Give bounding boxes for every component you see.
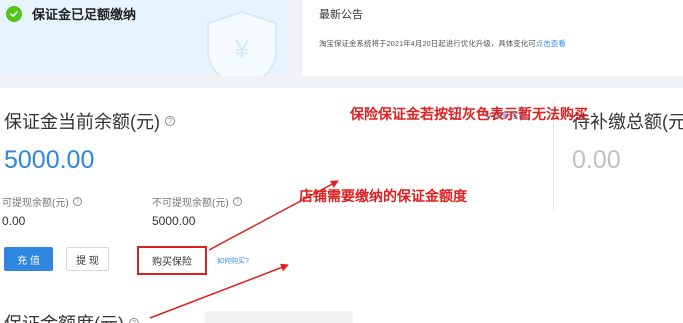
quota-title-text: 保证金额度(元)	[4, 310, 124, 323]
withdraw-button[interactable]: 提 现	[66, 247, 109, 271]
buy-insurance-button[interactable]: 购买保险	[137, 246, 207, 275]
help-icon[interactable]: ?	[129, 318, 139, 323]
quota-placeholder	[205, 311, 353, 323]
how-to-buy-link[interactable]: 如何购买?	[217, 256, 249, 266]
status-text: 保证金已足额缴纳	[32, 7, 137, 22]
balance-title-text: 保证金当前余额(元)	[4, 112, 160, 132]
balance-title: 保证金当前余额(元) ?	[4, 108, 175, 134]
status-row: 保证金已足额缴纳	[6, 4, 136, 23]
announcement-title: 最新公告	[319, 9, 363, 21]
withdrawable-value: 0.00	[2, 214, 26, 228]
svg-text:¥: ¥	[234, 34, 250, 64]
status-card: 保证金已足额缴纳 ¥	[0, 0, 288, 76]
announcement-text: 淘宝保证金系统将于2021年4月20日起进行优化升级，具体变化可点击查看	[319, 38, 566, 49]
help-icon[interactable]: ?	[165, 116, 175, 126]
withdrawable-label: 可提现余额(元) ?	[2, 194, 82, 209]
withdrawable-label-text: 可提现余额(元)	[2, 198, 69, 209]
announcement-link[interactable]: 点击查看	[536, 39, 566, 48]
balance-amount: 5000.00	[4, 146, 95, 174]
non-withdrawable-label-text: 不可提现余额(元)	[152, 198, 229, 209]
help-icon[interactable]: ?	[232, 197, 242, 206]
non-withdrawable-value: 5000.00	[152, 214, 196, 228]
help-icon[interactable]: ?	[72, 197, 82, 206]
announcement-body: 淘宝保证金系统将于2021年4月20日起进行优化升级，具体变化可	[319, 39, 536, 48]
check-circle-icon	[6, 5, 22, 22]
non-withdrawable-label: 不可提现余额(元) ?	[152, 194, 242, 209]
pending-title: 待补缴总额(元)	[572, 112, 683, 132]
pending-amount: 0.00	[572, 146, 621, 174]
quota-title: 保证金额度(元) ?	[4, 310, 139, 323]
announcement-card: 最新公告 淘宝保证金系统将于2021年4月20日起进行优化升级，具体变化可点击查…	[302, 0, 683, 76]
recharge-button[interactable]: 充 值	[4, 247, 53, 271]
annotation-quota-note: 店铺需要缴纳的保证金额度	[299, 188, 467, 204]
annotation-insurance-note: 保险保证金若按钮灰色表示暂无法购买	[350, 106, 588, 122]
shield-watermark-icon: ¥	[207, 10, 277, 76]
